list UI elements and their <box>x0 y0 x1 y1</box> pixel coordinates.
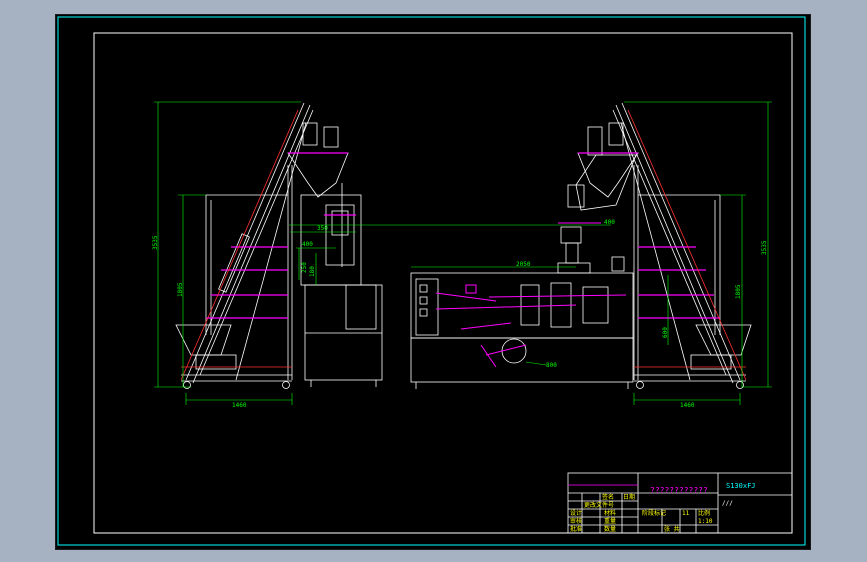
center-machine-view <box>410 126 637 389</box>
label-stage: 阶段标记 <box>642 509 666 517</box>
label-name: 签名 <box>602 493 614 501</box>
dim-right-total: 3535 <box>761 240 768 255</box>
dim-right-mid: 1805 <box>735 284 742 299</box>
left-centerlines <box>180 109 299 381</box>
outer-frame <box>57 16 806 546</box>
label-check: 审核 <box>570 517 582 525</box>
label-sheet: 张 共 <box>664 525 680 533</box>
dim-left-head-a: 350 <box>317 225 328 232</box>
drawing-border <box>93 32 793 534</box>
right-elevator-view <box>577 102 752 389</box>
label-file: 更改文件号 <box>584 501 614 509</box>
dim-center-length: 2050 <box>516 261 531 268</box>
dim-left-head-c: 250 <box>301 262 308 273</box>
center-dimension-labels: 2050 400 800 <box>516 219 615 369</box>
dim-center-offset: 400 <box>604 219 615 226</box>
right-centerlines <box>627 109 747 381</box>
right-shelves <box>578 152 720 319</box>
dim-right-side: 600 <box>662 327 669 338</box>
label-sheet-num: 11 <box>682 510 690 517</box>
dim-left-base: 1460 <box>232 402 247 409</box>
label-weight: 重量 <box>604 517 616 525</box>
left-elevator-view <box>175 102 383 389</box>
label-date: 日期 <box>623 493 635 501</box>
cad-viewport[interactable]: 3535 1805 1460 350 400 250 180 2050 400 … <box>55 14 811 550</box>
dim-right-base: 1460 <box>680 402 695 409</box>
right-dimensions <box>624 101 772 405</box>
dim-left-mid: 1805 <box>177 282 184 297</box>
dim-left-head-d: 180 <box>309 266 316 277</box>
drawing-number: S130xFJ <box>726 482 756 490</box>
label-scale: 比例 <box>698 509 710 517</box>
dim-left-head-b: 400 <box>302 241 313 248</box>
sub-note: /// <box>722 500 733 507</box>
left-shelves <box>206 152 356 319</box>
label-approve: 批准 <box>570 525 582 533</box>
label-scale-value: 1:10 <box>698 518 713 525</box>
drawing-title: ???????????? <box>650 486 708 495</box>
label-material: 材料 <box>604 509 616 517</box>
label-design: 设计 <box>570 509 582 517</box>
dim-center-lower: 800 <box>546 362 557 369</box>
dim-left-total: 3535 <box>152 235 159 250</box>
center-accent-lines <box>435 222 627 368</box>
cad-drawing: 3535 1805 1460 350 400 250 180 2050 400 … <box>57 16 806 546</box>
label-count: 数量 <box>604 525 616 533</box>
